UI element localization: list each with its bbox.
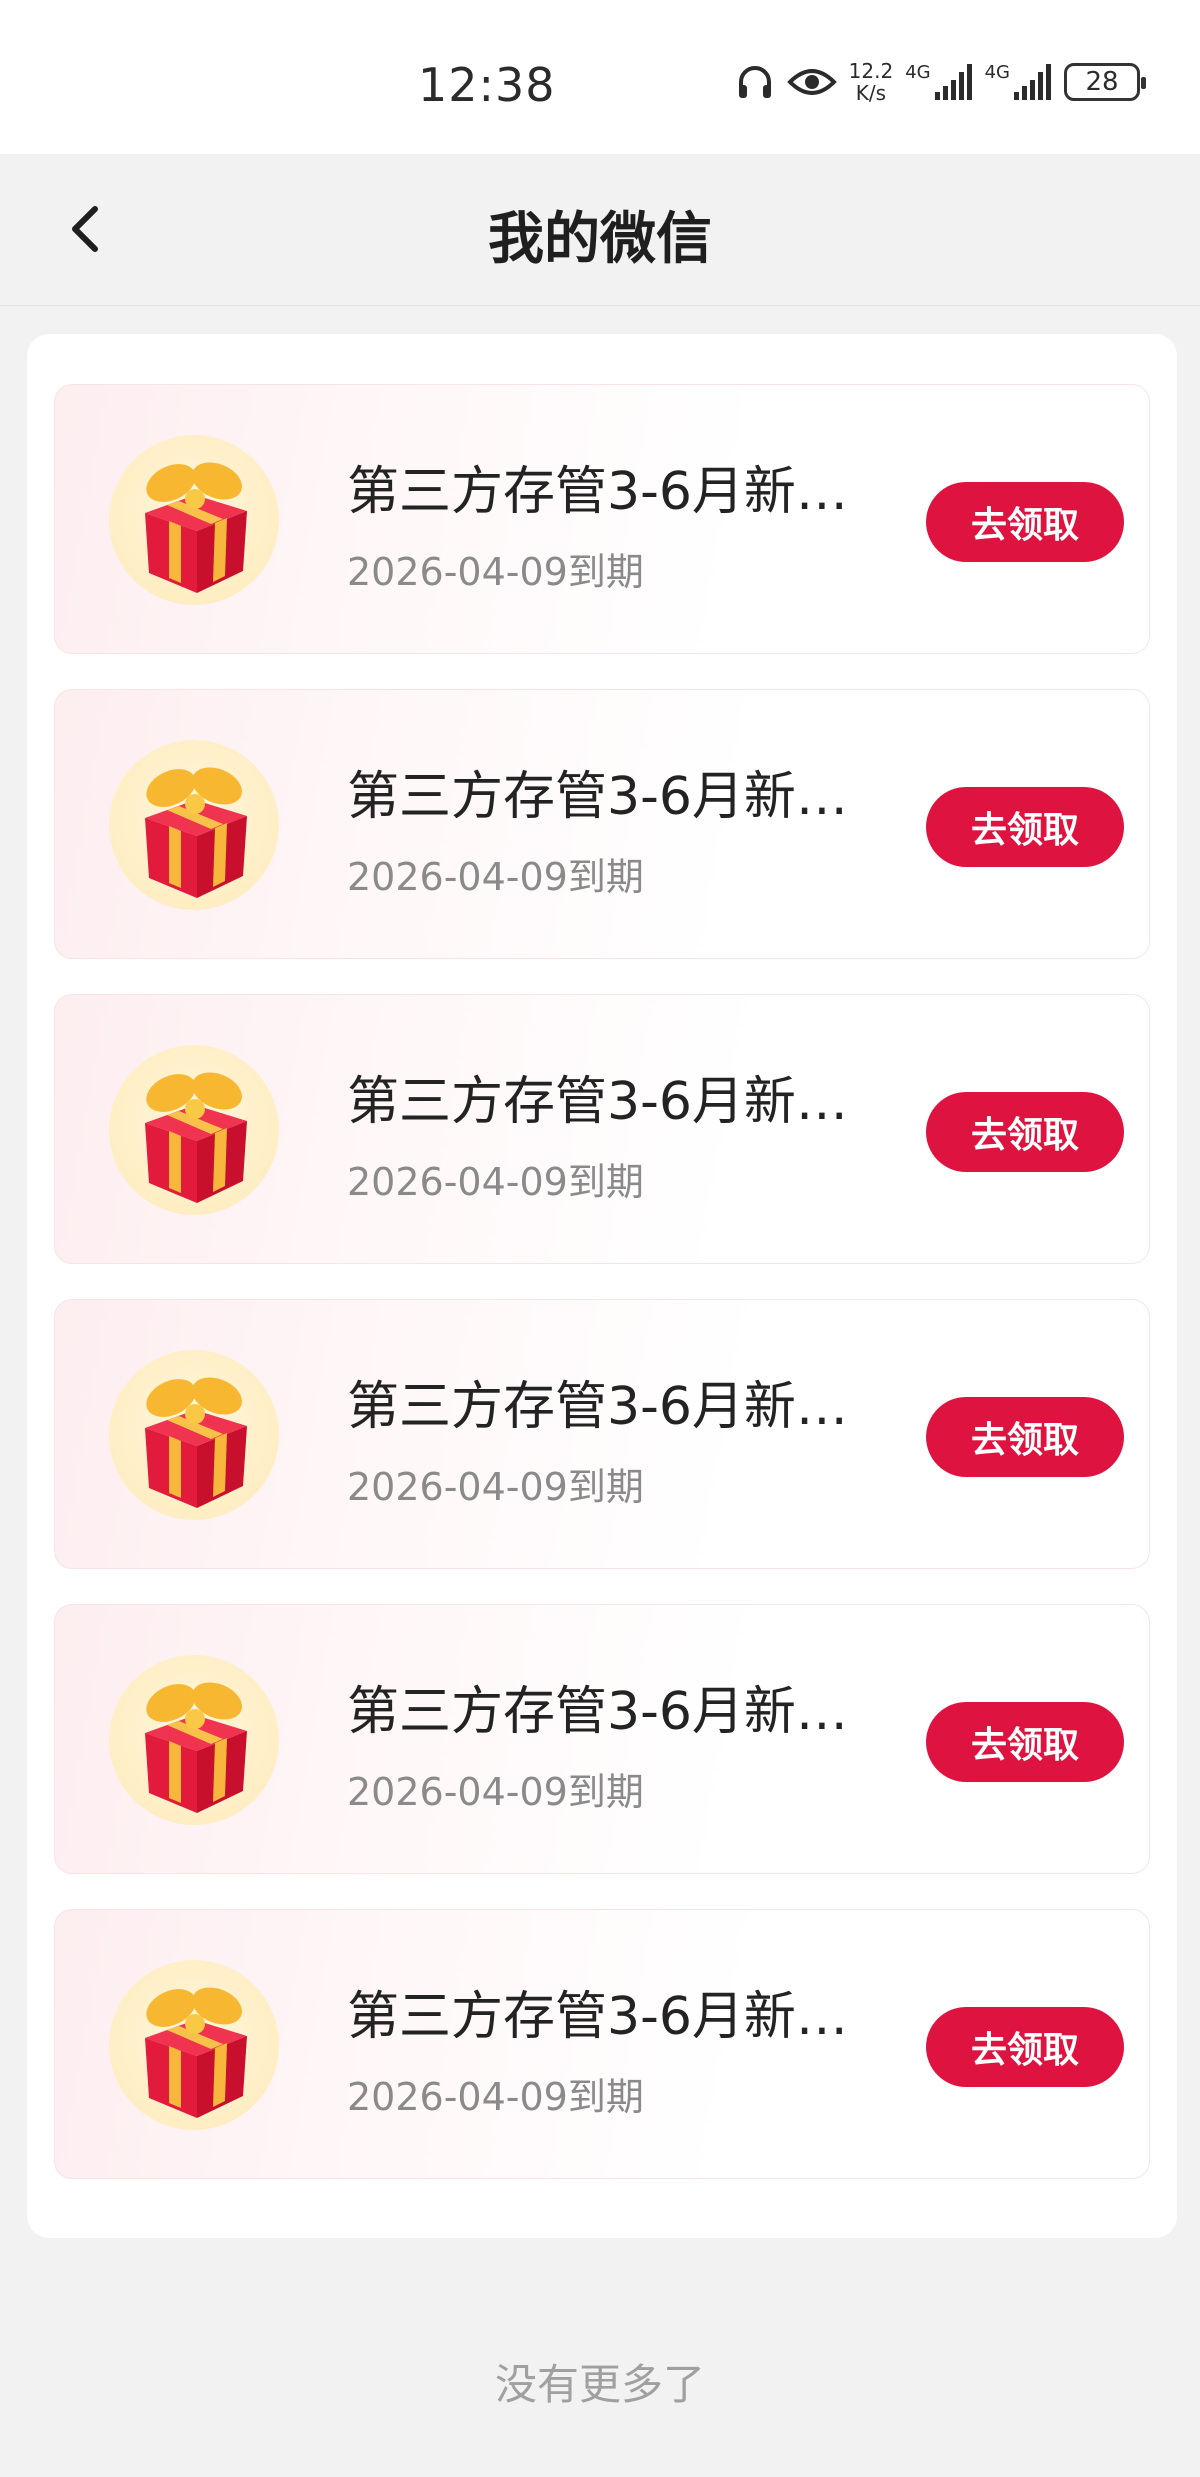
gift-expiry-date: 2026-04-09到期	[347, 1465, 644, 1509]
claim-button[interactable]: 去领取	[926, 1702, 1124, 1782]
gift-box-icon	[109, 1655, 279, 1825]
network-speed: 12.2 K/s	[848, 59, 894, 105]
claim-button[interactable]: 去领取	[926, 482, 1124, 562]
gift-expiry-date: 2026-04-09到期	[347, 550, 644, 594]
claim-button[interactable]: 去领取	[926, 1397, 1124, 1477]
gift-item: 第三方存管3-6月新… 2026-04-09到期 去领取	[54, 384, 1150, 654]
claim-button[interactable]: 去领取	[926, 787, 1124, 867]
gift-expiry-date: 2026-04-09到期	[347, 2075, 644, 2119]
signal-icon: 4G	[985, 62, 1052, 102]
headphones-icon	[735, 62, 775, 102]
no-more-text: 没有更多了	[494, 2360, 705, 2409]
battery-level: 28	[1085, 67, 1119, 97]
gift-expiry-date: 2026-04-09到期	[347, 1160, 644, 1204]
status-icons: 12.2 K/s 4G 4G 28	[735, 59, 1146, 105]
gift-title: 第三方存管3-6月新…	[347, 1987, 848, 2047]
gift-list: 第三方存管3-6月新… 2026-04-09到期 去领取 第三方存管3-6月新……	[27, 334, 1177, 2238]
gift-expiry-date: 2026-04-09到期	[347, 855, 644, 899]
nav-bar: 我的微信	[0, 154, 1200, 306]
status-bar: 12:38 12.2 K/s 4G 4G 28	[0, 0, 1200, 154]
gift-title: 第三方存管3-6月新…	[347, 1682, 848, 1742]
page-title: 我的微信	[488, 207, 712, 272]
gift-title: 第三方存管3-6月新…	[347, 1072, 848, 1132]
gift-box-icon	[109, 1045, 279, 1215]
gift-expiry-date: 2026-04-09到期	[347, 1770, 644, 1814]
claim-button[interactable]: 去领取	[926, 2007, 1124, 2087]
battery-icon: 28	[1064, 63, 1146, 101]
gift-box-icon	[109, 435, 279, 605]
gift-box-icon	[109, 1350, 279, 1520]
gift-item: 第三方存管3-6月新… 2026-04-09到期 去领取	[54, 689, 1150, 959]
claim-button[interactable]: 去领取	[926, 1092, 1124, 1172]
gift-title: 第三方存管3-6月新…	[347, 462, 848, 522]
gift-item: 第三方存管3-6月新… 2026-04-09到期 去领取	[54, 1299, 1150, 1569]
gift-title: 第三方存管3-6月新…	[347, 767, 848, 827]
gift-box-icon	[109, 740, 279, 910]
signal-icon: 4G	[905, 62, 972, 102]
gift-item: 第三方存管3-6月新… 2026-04-09到期 去领取	[54, 994, 1150, 1264]
eye-icon	[786, 62, 837, 102]
gift-item: 第三方存管3-6月新… 2026-04-09到期 去领取	[54, 1909, 1150, 2179]
status-time: 12:38	[418, 58, 556, 112]
gift-item: 第三方存管3-6月新… 2026-04-09到期 去领取	[54, 1604, 1150, 1874]
gift-title: 第三方存管3-6月新…	[347, 1377, 848, 1437]
gift-box-icon	[109, 1960, 279, 2130]
